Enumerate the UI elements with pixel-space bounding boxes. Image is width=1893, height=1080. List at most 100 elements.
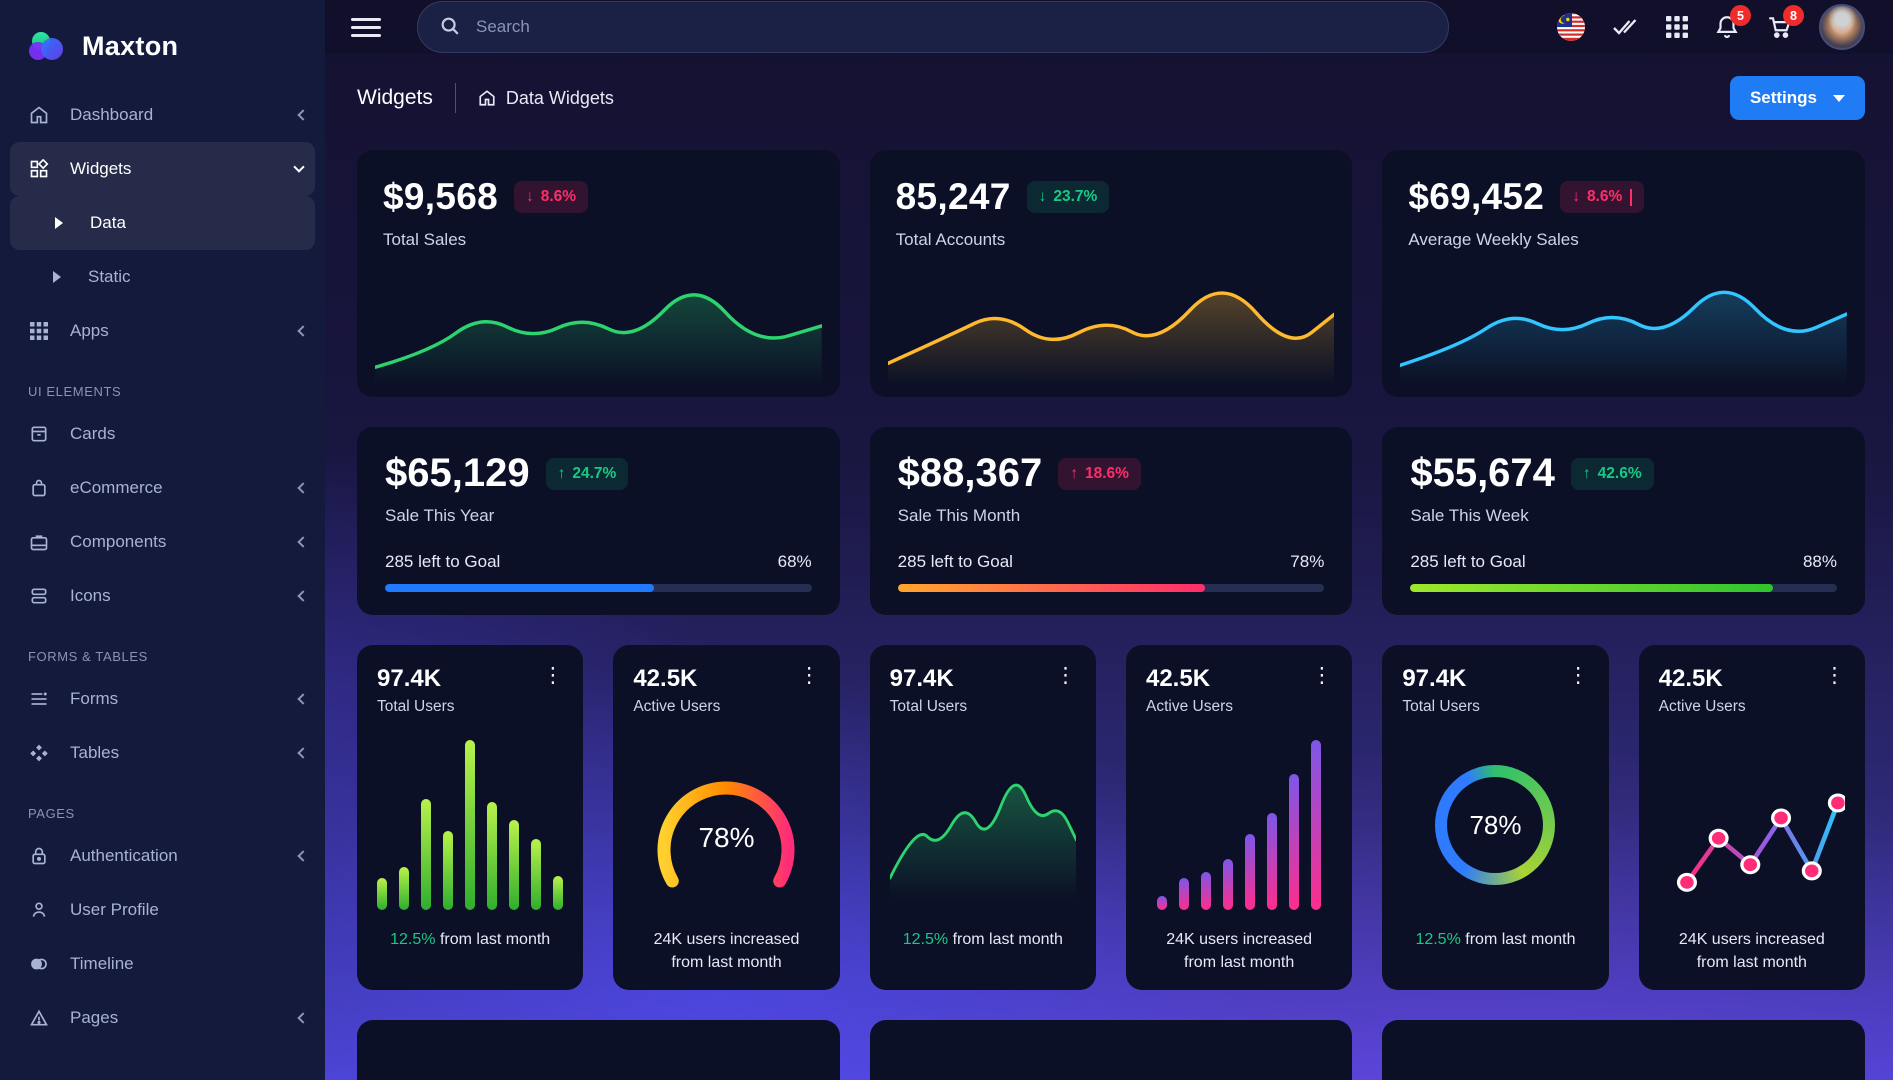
mini-label: Active Users (1146, 698, 1233, 716)
goal-value: $65,129 (385, 451, 530, 496)
pink-bar-chart (1146, 728, 1332, 922)
gauge-percent: 78% (646, 822, 806, 854)
home-icon (28, 105, 50, 125)
kebab-menu-icon[interactable]: ⋮ (1824, 665, 1845, 716)
kebab-menu-icon[interactable]: ⋮ (799, 665, 820, 716)
double-check-icon[interactable] (1612, 15, 1640, 39)
sidebar-section-pages: PAGES (28, 806, 325, 821)
dropdown-caret-icon (1833, 95, 1845, 102)
goal-label: Sale This Year (385, 506, 812, 526)
total-sales-sparkline (375, 257, 822, 385)
mini-caption: 12.5% from last month (890, 928, 1076, 976)
sidebar-item-dashboard[interactable]: Dashboard (0, 88, 325, 142)
overlapping-circles-icon (28, 954, 50, 974)
kebab-menu-icon[interactable]: ⋮ (1311, 665, 1332, 716)
sidebar-item-forms[interactable]: Forms (0, 672, 325, 726)
mini-value: 97.4K (377, 665, 455, 693)
briefcase-icon (28, 532, 50, 552)
cards-box-icon (28, 424, 50, 444)
goal-label: Sale This Month (898, 506, 1325, 526)
mini-caption: 12.5% from last month (1402, 928, 1588, 976)
apps-launcher-icon[interactable] (1666, 16, 1688, 38)
sidebar-item-pages[interactable]: Pages (0, 991, 325, 1045)
sidebar-item-static[interactable]: Static (0, 250, 325, 304)
mini-value: 42.5K (1146, 665, 1233, 693)
stat-label: Total Sales (383, 230, 814, 250)
shopping-bag-icon (28, 478, 50, 498)
app-window: Maxton Dashboard Widgets Data Static App… (0, 0, 1893, 1080)
mini-value: 42.5K (1659, 665, 1746, 693)
mini-card-total-users-donut: 97.4K Total Users ⋮ 78% 12.5% from last … (1382, 645, 1608, 990)
sidebar-item-cards[interactable]: Cards (0, 407, 325, 461)
delta-badge: ↑18.6% (1058, 458, 1141, 490)
mini-caption: 12.5% from last month (377, 928, 563, 976)
breadcrumb[interactable]: Data Widgets (478, 88, 614, 109)
mini-label: Total Users (377, 698, 455, 716)
chevron-left-icon (297, 693, 308, 704)
chevron-left-icon (297, 1012, 308, 1023)
delta-badge: ↑24.7% (546, 458, 629, 490)
sidebar-item-tables[interactable]: Tables (0, 726, 325, 780)
sidebar-item-widgets[interactable]: Widgets (10, 142, 315, 196)
green-bar-chart (377, 728, 563, 922)
chevron-down-icon (293, 161, 304, 172)
mini-card-active-users-bars: 42.5K Active Users ⋮ 24K users increased… (1126, 645, 1352, 990)
hamburger-menu-icon[interactable] (351, 13, 381, 42)
goal-percent: 88% (1803, 552, 1837, 572)
sidebar-item-data[interactable]: Data (10, 196, 315, 250)
search-input[interactable] (417, 1, 1449, 53)
brand[interactable]: Maxton (0, 22, 325, 88)
page-title: Widgets (357, 86, 433, 110)
kebab-menu-icon[interactable]: ⋮ (1055, 665, 1076, 716)
chevron-left-icon (297, 747, 308, 758)
language-flag-icon[interactable] (1556, 12, 1586, 42)
sidebar-item-icons[interactable]: Icons (0, 569, 325, 623)
mini-caption: 24K users increased from last month (1659, 928, 1845, 976)
settings-button[interactable]: Settings (1730, 76, 1865, 120)
notification-count-badge: 5 (1730, 5, 1751, 26)
widgets-icon (28, 159, 50, 179)
cart-icon[interactable]: 8 (1766, 14, 1793, 40)
mini-caption: 24K users increased from last month (1146, 928, 1332, 976)
stat-label: Total Accounts (896, 230, 1327, 250)
sidebar-item-components[interactable]: Components (0, 515, 325, 569)
cart-count-badge: 8 (1783, 5, 1804, 26)
chevron-left-icon (297, 482, 308, 493)
delta-badge: ↓8.6% (514, 181, 588, 213)
goal-percent: 68% (778, 552, 812, 572)
delta-badge: ↓23.7% (1027, 181, 1110, 213)
stacked-rows-icon (28, 586, 50, 606)
kebab-menu-icon[interactable]: ⋮ (542, 665, 563, 716)
sidebar-section-forms-tables: FORMS & TABLES (28, 649, 325, 664)
next-row-partial (357, 1020, 1865, 1080)
goal-label: Sale This Week (1410, 506, 1837, 526)
sidebar-item-timeline[interactable]: Timeline (0, 937, 325, 991)
sidebar-item-user-profile[interactable]: User Profile (0, 883, 325, 937)
goal-remaining-text: 285 left to Goal (1410, 552, 1525, 572)
brand-name: Maxton (82, 31, 178, 62)
person-icon (28, 900, 50, 920)
green-area-chart (890, 728, 1076, 922)
goal-remaining-text: 285 left to Goal (898, 552, 1013, 572)
chevron-left-icon (297, 325, 308, 336)
mini-label: Active Users (633, 698, 720, 716)
notifications-bell-icon[interactable]: 5 (1714, 14, 1740, 40)
user-avatar[interactable] (1819, 4, 1865, 50)
topbar: 5 8 (325, 0, 1893, 54)
chevron-left-icon (297, 109, 308, 120)
list-lines-icon (28, 689, 50, 709)
progress-bar (898, 584, 1325, 592)
sidebar-item-apps[interactable]: Apps (0, 304, 325, 358)
mini-caption: 24K users increased from last month (633, 928, 819, 976)
home-breadcrumb-icon (478, 89, 496, 107)
kebab-menu-icon[interactable]: ⋮ (1568, 665, 1589, 716)
text-cursor (1630, 189, 1632, 206)
mini-value: 97.4K (1402, 665, 1480, 693)
chevron-left-icon (297, 536, 308, 547)
stat-value: 85,247 (896, 176, 1011, 218)
apps-grid-icon (28, 322, 50, 340)
sidebar-item-authentication[interactable]: Authentication (0, 829, 325, 883)
caret-right-icon (46, 271, 68, 283)
sidebar-item-ecommerce[interactable]: eCommerce (0, 461, 325, 515)
mini-label: Total Users (1402, 698, 1480, 716)
